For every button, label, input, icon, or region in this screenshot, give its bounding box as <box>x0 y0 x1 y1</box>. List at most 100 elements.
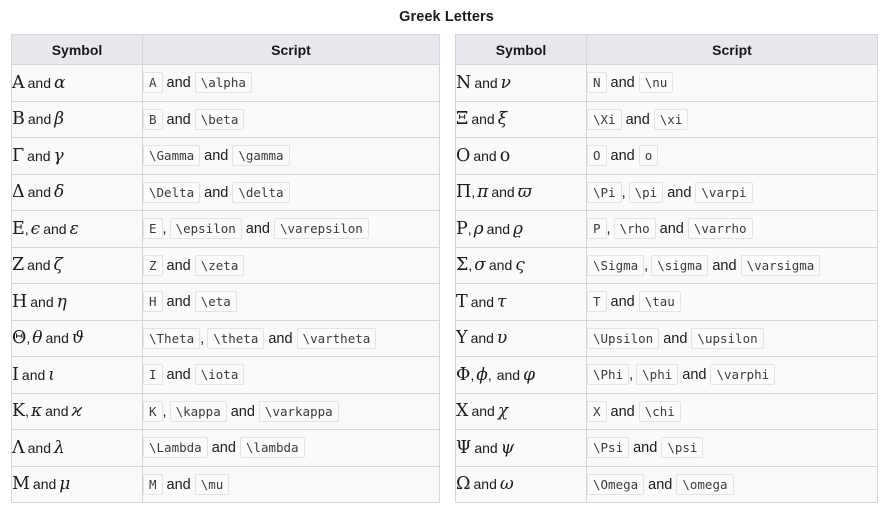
cell-symbol: Χand χ <box>455 392 587 430</box>
separator-and: and <box>21 366 46 383</box>
cell-symbol: Ωand ω <box>455 465 587 503</box>
separator-and: and <box>166 75 191 92</box>
latex-command-token: \psi <box>661 437 704 459</box>
greek-lowercase-glyph: η <box>56 291 67 312</box>
latex-command-token: \Sigma <box>587 254 645 276</box>
greek-lowercase-glyph: ζ <box>53 255 63 276</box>
latex-command-token: \Pi <box>587 181 622 203</box>
cell-symbol: Δand δ <box>11 173 143 211</box>
page-title: Greek Letters <box>399 9 494 25</box>
table-row: Ψand ψ \Psi and \psi <box>455 429 878 467</box>
cell-script: Mand \mu <box>142 465 440 503</box>
latex-command-token: \gamma <box>232 145 290 167</box>
greek-uppercase-glyph: Φ <box>456 364 471 385</box>
latex-command-token: \Theta <box>143 327 201 349</box>
latex-command-token: \varrho <box>687 218 753 240</box>
table-row: Ωand ω \Omega and \omega <box>455 465 878 503</box>
greek-lowercase-glyph: β <box>54 109 65 130</box>
cell-script: Iand \iota <box>142 356 440 394</box>
latex-command-token: \Upsilon <box>587 327 660 349</box>
cell-symbol: Υand υ <box>455 319 587 357</box>
latex-command-token: \sigma <box>651 254 709 276</box>
greek-lowercase-glyph: σ <box>474 255 486 276</box>
cell-script: \Psi and \psi <box>586 429 878 467</box>
separator-and: and <box>470 293 495 310</box>
cell-symbol: Βand β <box>11 100 143 138</box>
separator-and: and <box>474 439 498 456</box>
column-header-script: Script <box>142 34 440 65</box>
greek-uppercase-glyph: Λ <box>12 437 25 458</box>
table-row: Θ, θ and ϑ \Theta, \theta and \vartheta <box>11 319 440 357</box>
table-row: Γand γ \Gamma and \gamma <box>11 137 440 175</box>
greek-letters-table-left: Symbol Script Αand α Aand \alpha Βand β Band \bet… <box>11 34 440 503</box>
greek-lowercase-glyph: ϱ <box>513 218 524 239</box>
separator-comma: , <box>621 184 626 201</box>
separator-and: and <box>667 184 692 201</box>
cell-script: \Upsilon and \upsilon <box>586 319 878 357</box>
separator-and: and <box>45 403 69 420</box>
latex-command-token: \Lambda <box>143 437 208 459</box>
separator-and: and <box>211 440 236 457</box>
greek-lowercase-glyph: o <box>499 145 511 166</box>
greek-uppercase-glyph: Ε <box>12 218 25 239</box>
table-row: Δand δ \Delta and \delta <box>11 173 440 211</box>
cell-script: Hand \eta <box>142 283 440 321</box>
separator-comma: , <box>162 403 167 420</box>
separator-comma: , <box>606 221 611 238</box>
greek-lowercase-glyph: γ <box>53 145 64 166</box>
cell-script: \Sigma, \sigma and \varsigma <box>586 246 878 284</box>
latex-command-token: \mu <box>194 473 230 495</box>
greek-uppercase-glyph: Θ <box>12 328 27 349</box>
greek-uppercase-glyph: Ξ <box>456 109 469 130</box>
separator-and: and <box>648 476 673 493</box>
greek-uppercase-glyph: Γ <box>12 145 25 166</box>
separator-and: and <box>488 257 513 274</box>
table-row: Ε, ϵ and ε E, \epsilon and \varepsilon <box>11 210 440 248</box>
column-header-symbol: Symbol <box>11 34 143 65</box>
greek-uppercase-glyph: Ρ <box>456 218 468 239</box>
separator-and: and <box>204 184 229 201</box>
greek-lowercase-glyph: λ <box>54 437 65 458</box>
table-header-row: Symbol Script <box>11 34 440 65</box>
separator-and: and <box>27 257 51 274</box>
cell-script: \Pi, \pi and \varpi <box>586 173 878 211</box>
latex-command-token: \varkappa <box>258 400 339 422</box>
greek-uppercase-glyph: Κ <box>12 401 26 422</box>
tables-container: Symbol Script Αand α Aand \alpha Βand β Band \bet… <box>0 34 893 503</box>
table-row: Ξand ξ \Xi and \xi <box>455 100 878 138</box>
latex-command-token: \Psi <box>587 437 630 459</box>
separator-and: and <box>166 257 191 274</box>
table-row: Χand χ Xand \chi <box>455 392 878 430</box>
separator-comma: , <box>162 221 167 238</box>
greek-uppercase-glyph: Υ <box>456 328 468 349</box>
greek-lowercase-glyph: τ <box>497 291 507 312</box>
cell-symbol: Π, π and ϖ <box>455 173 587 211</box>
greek-lowercase-glyph: π <box>477 182 489 203</box>
greek-uppercase-glyph: Π <box>456 182 472 203</box>
cell-symbol: Λand λ <box>11 429 143 467</box>
table-row: Σ, σ and ς \Sigma, \sigma and \varsigma <box>455 246 878 284</box>
separator-and: and <box>471 403 495 420</box>
greek-lowercase-glyph: ε <box>69 218 79 239</box>
latex-command-token: A <box>143 72 163 94</box>
latex-command-token: Z <box>143 254 163 276</box>
table-row: Αand α Aand \alpha <box>11 64 440 102</box>
separator-and: and <box>43 220 67 237</box>
separator-and: and <box>166 367 191 384</box>
separator-and: and <box>166 476 191 493</box>
separator-and: and <box>230 403 255 420</box>
latex-command-token: \chi <box>638 400 681 422</box>
cell-symbol: Νand ν <box>455 64 587 102</box>
latex-command-token: E <box>143 218 163 240</box>
separator-and: and <box>27 147 51 164</box>
separator-comma: , <box>487 366 492 383</box>
latex-command-token: \kappa <box>169 400 227 422</box>
latex-command-token: \tau <box>638 291 681 313</box>
latex-command-token: \zeta <box>194 254 245 276</box>
cell-symbol: Σ, σ and ς <box>455 246 587 284</box>
latex-command-token: \Xi <box>587 108 622 130</box>
cell-script: \Omega and \omega <box>586 465 878 503</box>
separator-and: and <box>610 75 635 92</box>
table-row: Νand ν Nand \nu <box>455 64 878 102</box>
table-row: Φ, ϕ, and φ \Phi, \phi and \varphi <box>455 356 878 394</box>
